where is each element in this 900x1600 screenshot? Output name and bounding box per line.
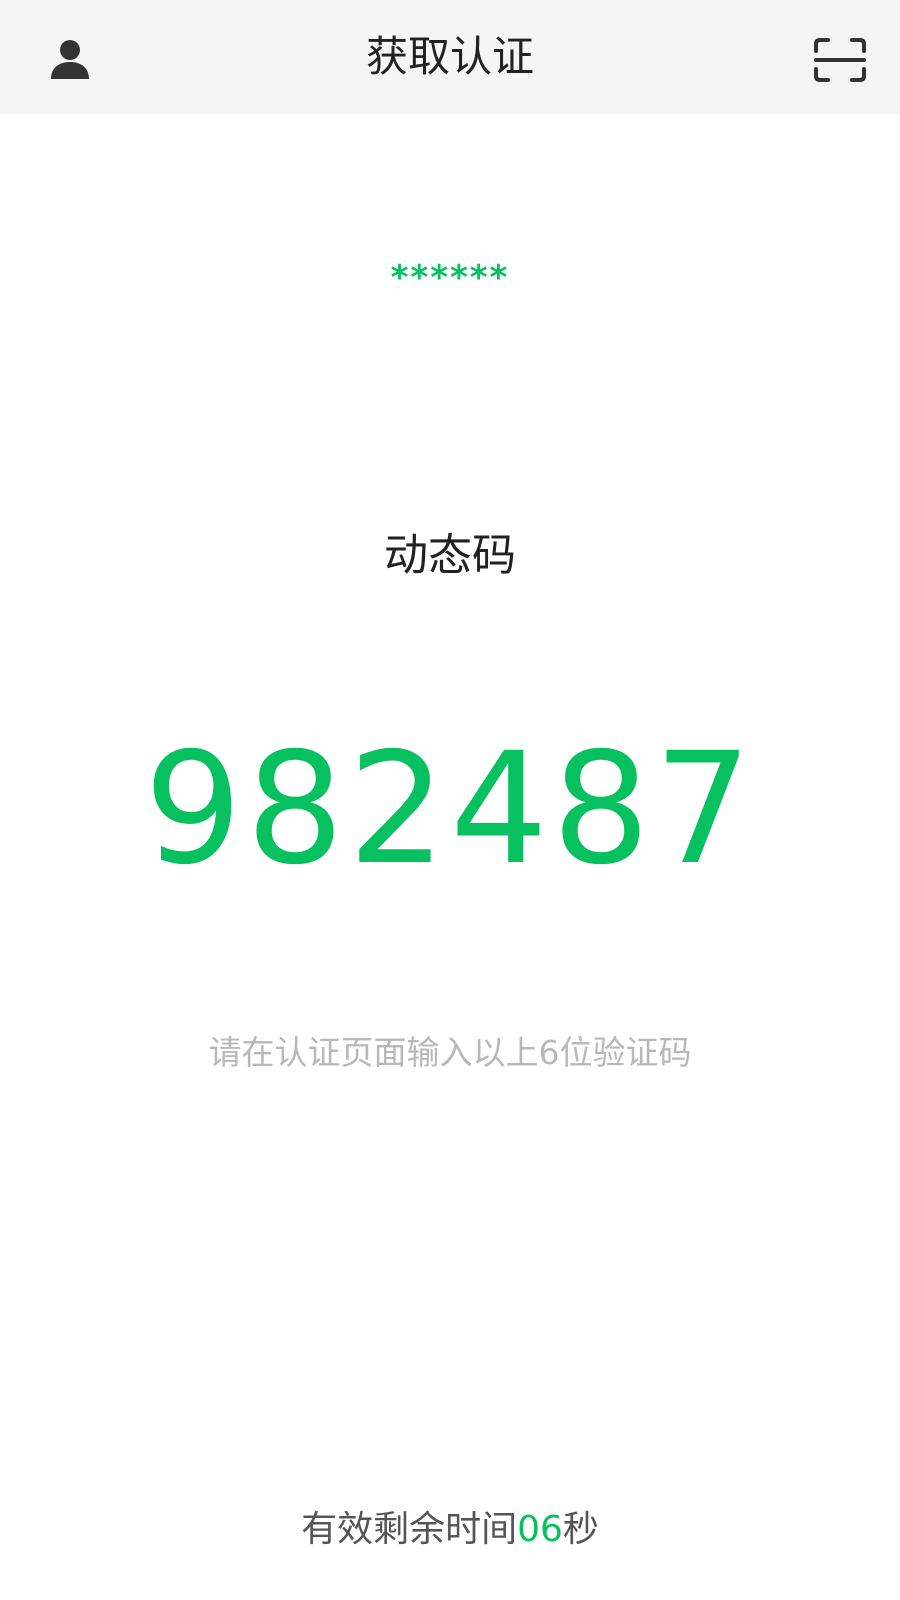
- header-bar: 获取认证: [0, 0, 900, 114]
- hint-text: 请在认证页面输入以上6位验证码: [208, 1033, 692, 1072]
- countdown-suffix: 秒: [562, 1509, 599, 1550]
- scan-icon: [814, 38, 866, 82]
- dynamic-code: 982487: [0, 733, 900, 887]
- masked-account: ******: [0, 258, 900, 298]
- auth-page: 获取认证 ****** 动态码 982487 请在认证页面输入以上6位验证码 有…: [0, 0, 900, 1600]
- countdown-prefix: 有效剩余时间: [301, 1509, 518, 1550]
- masked-account-text: ******: [390, 258, 510, 298]
- page-title: 获取认证: [365, 32, 534, 81]
- scan-button[interactable]: [810, 30, 870, 90]
- dynamic-code-value: 982487: [144, 720, 756, 899]
- countdown-seconds: 06: [517, 1509, 563, 1550]
- code-label: 动态码: [384, 530, 516, 581]
- countdown: 有效剩余时间06秒: [0, 1505, 900, 1555]
